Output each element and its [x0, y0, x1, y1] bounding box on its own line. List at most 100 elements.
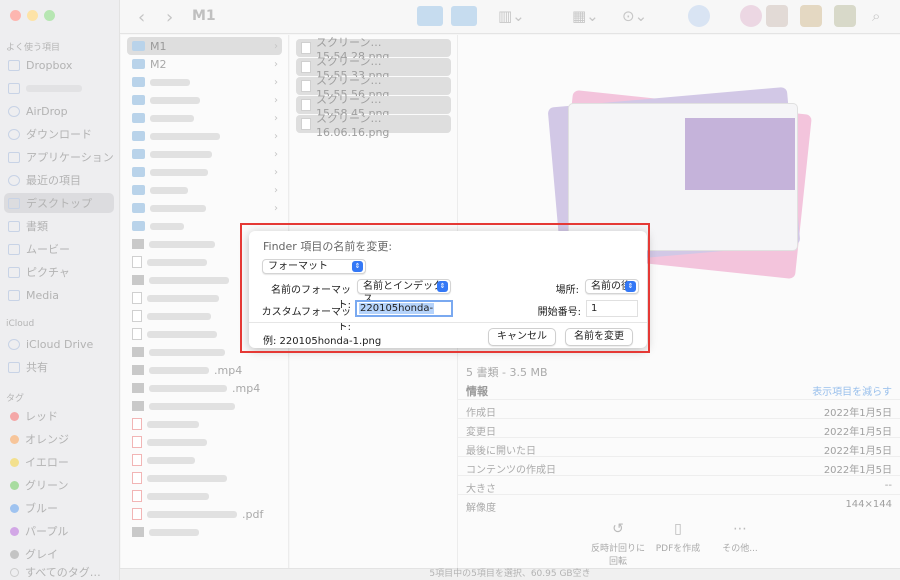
- folder-icon: [132, 77, 145, 87]
- folder-icon: [132, 113, 145, 123]
- tag-dot-icon: [10, 503, 19, 513]
- list-item[interactable]: ›: [127, 91, 282, 109]
- shared-folder-icon: [8, 361, 20, 373]
- list-item[interactable]: .mp4: [127, 379, 282, 397]
- sidebar-tag-orange[interactable]: オレンジ: [4, 429, 114, 449]
- folder-icon: [8, 82, 20, 94]
- list-item[interactable]: ›: [127, 127, 282, 145]
- app-thumbnail-icon[interactable]: [800, 5, 822, 27]
- sidebar-item-documents[interactable]: 書類: [4, 216, 114, 236]
- sidebar-tag-yellow[interactable]: イエロー: [4, 452, 114, 472]
- folder-icon: [132, 221, 145, 231]
- folder-icon: [132, 59, 145, 69]
- sidebar-tag-blue[interactable]: ブルー: [4, 498, 114, 518]
- list-item[interactable]: [127, 487, 282, 505]
- sidebar-tag-green[interactable]: グリーン: [4, 475, 114, 495]
- group-icon[interactable]: ▦⌄: [572, 7, 599, 25]
- sidebar-tag-purple[interactable]: パープル: [4, 521, 114, 541]
- minimize-window-button[interactable]: [27, 10, 38, 21]
- show-less-link[interactable]: 表示項目を減らす: [812, 383, 892, 398]
- image-thumbnail-icon: [132, 527, 144, 537]
- image-thumbnail-icon[interactable]: [766, 5, 788, 27]
- app-icon[interactable]: [688, 5, 710, 27]
- sidebar-item-applications[interactable]: アプリケーション: [4, 147, 114, 167]
- close-window-button[interactable]: [10, 10, 21, 21]
- download-icon: [8, 128, 20, 140]
- view-columns-icon[interactable]: ▥⌄: [498, 7, 525, 25]
- file-item[interactable]: スクリーン…16.06.16.png: [296, 112, 451, 139]
- sidebar-item-shared[interactable]: 共有: [4, 357, 114, 377]
- sidebar-item-media[interactable]: Media: [4, 285, 114, 305]
- sidebar-tag-red[interactable]: レッド: [4, 406, 114, 426]
- tag-dot-icon: [10, 480, 19, 490]
- info-row: 変更日 2022年1月5日: [458, 418, 900, 438]
- list-item[interactable]: [127, 469, 282, 487]
- folder-icon: [132, 203, 145, 213]
- list-item[interactable]: [127, 523, 282, 541]
- chevron-right-icon: ›: [274, 166, 278, 178]
- more-actions-icon[interactable]: ⊙⌄: [622, 7, 647, 25]
- window-title: M1: [192, 8, 216, 24]
- list-item[interactable]: M1 ›: [127, 37, 282, 55]
- folder-icon: [132, 95, 145, 105]
- list-item[interactable]: [127, 451, 282, 469]
- list-item[interactable]: [127, 433, 282, 451]
- cloud-icon: [8, 338, 20, 350]
- image-thumbnail-icon[interactable]: [834, 5, 856, 27]
- list-item[interactable]: ›: [127, 109, 282, 127]
- folder-icon: [8, 289, 20, 301]
- document-icon: ▯: [674, 521, 682, 537]
- search-icon[interactable]: ⌕: [872, 7, 880, 25]
- pdf-icon: [132, 436, 142, 448]
- rotate-left-button[interactable]: ↺ 反時計回りに 回転: [588, 521, 648, 567]
- sidebar-item-recents[interactable]: 最近の項目: [4, 170, 114, 190]
- info-row: 大きさ --: [458, 475, 900, 495]
- pdf-icon: [132, 490, 142, 502]
- create-pdf-button[interactable]: ▯ PDFを作成: [648, 521, 708, 554]
- preview-summary: 5 書類 - 3.5 MB: [466, 366, 548, 379]
- rotate-left-icon: ↺: [612, 521, 624, 537]
- folder-icon: [132, 185, 145, 195]
- photo-icon: [8, 266, 20, 278]
- sidebar-item-icloud-drive[interactable]: iCloud Drive: [4, 334, 114, 354]
- info-row: 最後に開いた日 2022年1月5日: [458, 437, 900, 457]
- sidebar-section-favorites: よく使う項目: [6, 43, 61, 53]
- list-item[interactable]: M2 ›: [127, 55, 282, 73]
- image-file-icon: [301, 118, 311, 130]
- video-thumbnail-icon: [132, 383, 144, 393]
- more-button[interactable]: ⋯ その他...: [710, 521, 770, 554]
- image-file-icon: [301, 80, 311, 92]
- color-wheel-icon[interactable]: [740, 5, 762, 27]
- list-item[interactable]: [127, 415, 282, 433]
- sidebar-item-dropbox[interactable]: Dropbox: [4, 55, 114, 75]
- list-item[interactable]: ›: [127, 73, 282, 91]
- forward-button[interactable]: ›: [166, 7, 173, 28]
- image-thumbnail-icon: [132, 239, 144, 249]
- info-row: コンテンツの作成日 2022年1月5日: [458, 456, 900, 476]
- sidebar-item-movies[interactable]: ムービー: [4, 239, 114, 259]
- list-item[interactable]: ›: [127, 199, 282, 217]
- file-icon: [132, 328, 142, 340]
- image-thumbnail-icon: [132, 275, 144, 285]
- zoom-window-button[interactable]: [44, 10, 55, 21]
- sidebar-all-tags[interactable]: すべてのタグ…: [4, 565, 114, 579]
- sidebar-tag-gray[interactable]: グレイ: [4, 544, 114, 564]
- video-thumbnail-icon: [132, 365, 144, 375]
- back-button[interactable]: ‹: [138, 7, 145, 28]
- list-item[interactable]: ›: [127, 163, 282, 181]
- sidebar-item-desktop[interactable]: デスクトップ: [4, 193, 114, 213]
- chevron-right-icon: ›: [274, 148, 278, 160]
- list-item[interactable]: ›: [127, 181, 282, 199]
- sidebar-item-airdrop[interactable]: AirDrop: [4, 101, 114, 121]
- file-icon: [132, 310, 142, 322]
- list-item[interactable]: [127, 397, 282, 415]
- sidebar-item-blurred[interactable]: [4, 78, 114, 98]
- list-item[interactable]: .mp4: [127, 361, 282, 379]
- sidebar-item-pictures[interactable]: ピクチャ: [4, 262, 114, 282]
- sidebar-item-downloads[interactable]: ダウンロード: [4, 124, 114, 144]
- list-item[interactable]: .pdf: [127, 505, 282, 523]
- tag-dot-icon: [10, 434, 19, 444]
- list-item[interactable]: ›: [127, 145, 282, 163]
- tag-dot-icon: [10, 457, 19, 467]
- folder-icon: [132, 149, 145, 159]
